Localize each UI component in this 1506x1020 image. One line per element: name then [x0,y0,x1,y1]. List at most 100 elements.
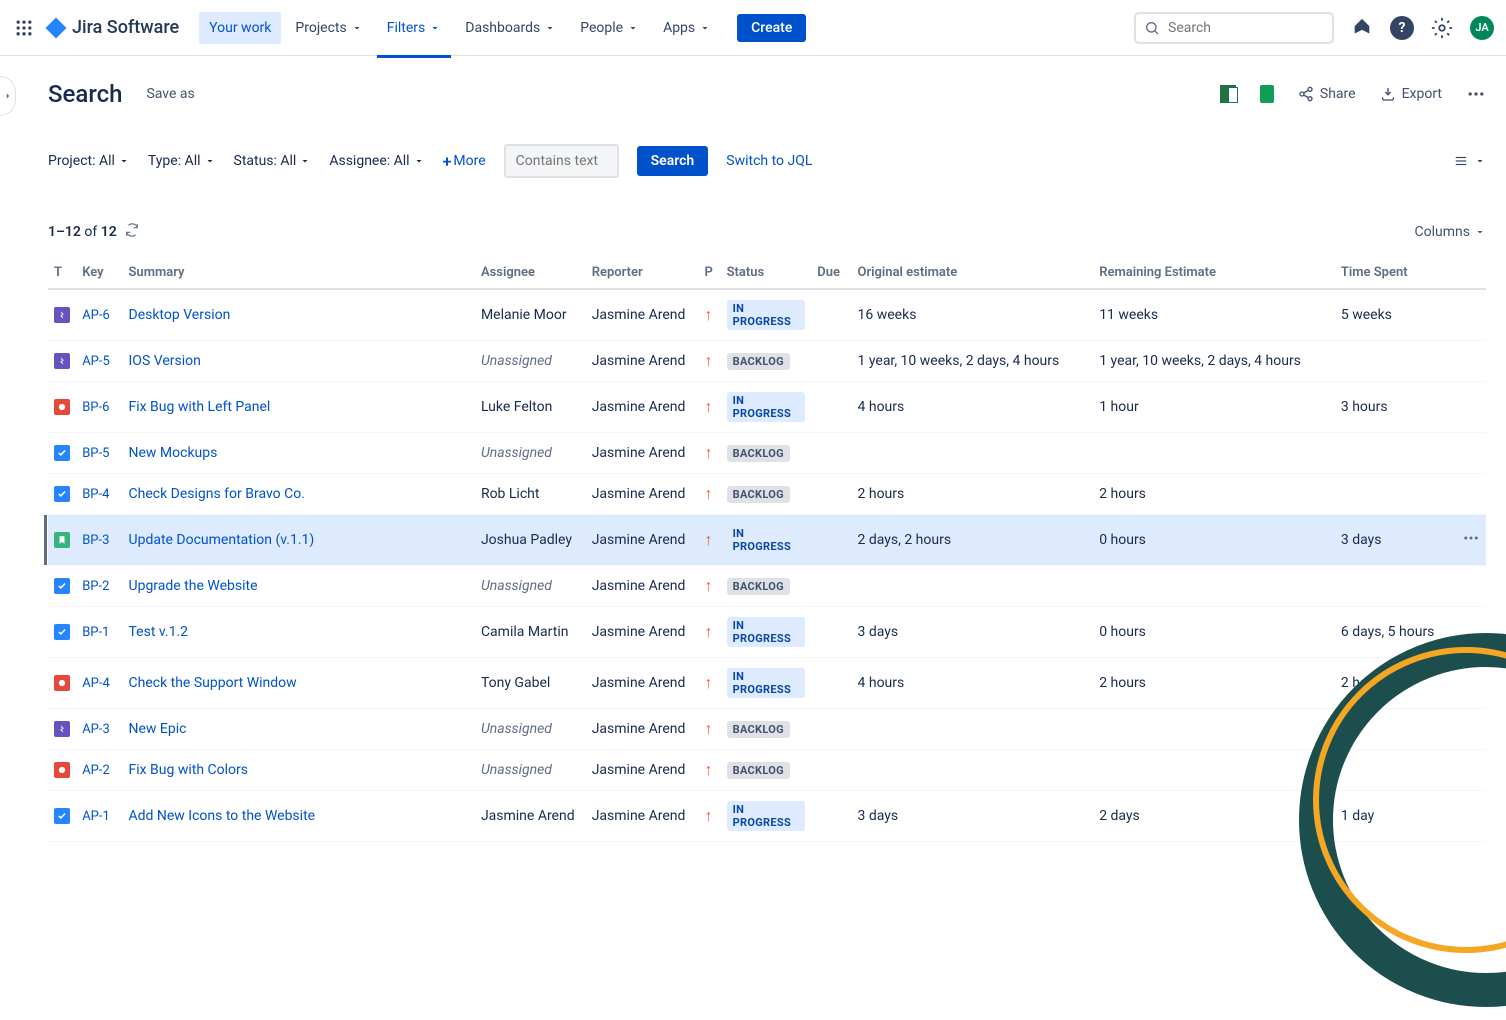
row-more-icon[interactable] [1462,535,1480,551]
table-row[interactable]: AP-1 Add New Icons to the Website Jasmin… [48,791,1486,842]
priority-icon: ↑ [704,760,712,779]
issue-summary-link[interactable]: Add New Icons to the Website [129,808,316,824]
original-estimate-text: 16 weeks [858,307,917,323]
refresh-icon[interactable] [125,222,139,241]
nav-projects[interactable]: Projects [285,12,372,44]
priority-icon: ↑ [704,719,712,738]
more-actions-icon[interactable] [1466,84,1486,104]
issue-key-link[interactable]: BP-5 [82,446,109,461]
filter-status[interactable]: Status: All [234,153,312,169]
issue-type-icon [54,353,70,369]
issue-type-icon [54,307,70,323]
issue-summary-link[interactable]: IOS Version [129,353,201,369]
table-row[interactable]: BP-4 Check Designs for Bravo Co. Rob Lic… [48,474,1486,515]
global-search[interactable] [1134,12,1334,44]
header-remaining-estimate[interactable]: Remaining Estimate [1093,257,1335,289]
header-summary[interactable]: Summary [123,257,475,289]
table-row[interactable]: BP-2 Upgrade the Website Unassigned Jasm… [48,566,1486,607]
table-row[interactable]: BP-5 New Mockups Unassigned Jasmine Aren… [48,433,1486,474]
header-key[interactable]: Key [76,257,122,289]
remaining-estimate-text: 1 year, 10 weeks, 2 days, 4 hours [1099,353,1301,369]
priority-icon: ↑ [704,806,712,825]
issue-summary-link[interactable]: Fix Bug with Colors [129,762,248,778]
columns-dropdown[interactable]: Columns [1415,224,1486,240]
table-row[interactable]: AP-2 Fix Bug with Colors Unassigned Jasm… [48,750,1486,791]
issue-key-link[interactable]: BP-1 [82,625,109,640]
view-toggle[interactable] [1452,154,1486,168]
filter-assignee[interactable]: Assignee: All [329,153,424,169]
switch-jql-link[interactable]: Switch to JQL [726,153,812,169]
user-avatar[interactable]: JA [1470,16,1494,40]
issue-summary-link[interactable]: Fix Bug with Left Panel [129,399,271,415]
issue-summary-link[interactable]: Test v.1.2 [129,624,189,640]
reporter-text: Jasmine Arend [592,721,686,737]
search-button[interactable]: Search [637,146,709,176]
export-sheets-icon[interactable] [1260,85,1274,103]
settings-icon[interactable] [1428,14,1456,42]
create-button[interactable]: Create [737,14,806,42]
header-priority[interactable]: P [698,257,720,289]
export-button[interactable]: Export [1380,86,1442,102]
assignee-text: Jasmine Arend [481,808,575,824]
status-badge: BACKLOG [727,762,790,779]
header-reporter[interactable]: Reporter [586,257,699,289]
nav-dashboards[interactable]: Dashboards [455,12,566,44]
help-icon[interactable]: ? [1390,16,1414,40]
header-time-spent[interactable]: Time Spent [1335,257,1456,289]
nav-apps[interactable]: Apps [653,12,721,44]
table-row[interactable]: BP-1 Test v.1.2 Camila Martin Jasmine Ar… [48,607,1486,658]
nav-people[interactable]: People [570,12,649,44]
filter-more[interactable]: +More [443,152,486,171]
issue-summary-link[interactable]: Check Designs for Bravo Co. [129,486,305,502]
header-status[interactable]: Status [721,257,812,289]
issue-key-link[interactable]: AP-5 [82,354,110,369]
status-badge: BACKLOG [727,486,790,503]
header-due[interactable]: Due [811,257,851,289]
table-row[interactable]: AP-6 Desktop Version Melanie Moor Jasmin… [48,289,1486,341]
filter-project[interactable]: Project: All [48,153,130,169]
table-row[interactable]: AP-5 IOS Version Unassigned Jasmine Aren… [48,341,1486,382]
issue-summary-link[interactable]: New Epic [129,721,187,737]
nav-filters[interactable]: Filters [377,12,452,44]
issue-key-link[interactable]: AP-4 [82,676,110,691]
issue-summary-link[interactable]: Update Documentation (v.1.1) [129,532,315,548]
status-badge: BACKLOG [727,721,790,738]
global-search-input[interactable] [1134,12,1334,44]
export-excel-icon[interactable] [1220,85,1236,103]
issue-key-link[interactable]: BP-2 [82,579,109,594]
app-switcher-icon[interactable] [12,16,36,40]
header-original-estimate[interactable]: Original estimate [852,257,1094,289]
share-button[interactable]: Share [1298,86,1356,102]
table-row[interactable]: BP-3 Update Documentation (v.1.1) Joshua… [48,515,1486,566]
issue-type-icon [54,624,70,640]
contains-text-input[interactable] [504,144,619,178]
issue-key-link[interactable]: AP-6 [82,308,110,323]
issue-summary-link[interactable]: Check the Support Window [129,675,297,691]
assignee-text: Camila Martin [481,624,569,640]
header-assignee[interactable]: Assignee [475,257,586,289]
issue-summary-link[interactable]: New Mockups [129,445,218,461]
remaining-estimate-text: 0 hours [1099,624,1146,640]
issue-summary-link[interactable]: Desktop Version [129,307,231,323]
table-row[interactable]: AP-3 New Epic Unassigned Jasmine Arend ↑… [48,709,1486,750]
issue-key-link[interactable]: BP-6 [82,400,109,415]
issues-table: T Key Summary Assignee Reporter P Status… [48,257,1486,842]
table-row[interactable]: BP-6 Fix Bug with Left Panel Luke Felton… [48,382,1486,433]
priority-icon: ↑ [704,576,712,595]
issue-key-link[interactable]: BP-3 [82,533,109,548]
filter-type[interactable]: Type: All [148,153,216,169]
issue-key-link[interactable]: AP-1 [82,809,110,824]
jira-logo[interactable]: Jira Software [44,16,179,40]
issue-key-link[interactable]: AP-2 [82,763,110,778]
notifications-icon[interactable] [1348,14,1376,42]
remaining-estimate-text: 11 weeks [1099,307,1158,323]
save-as-link[interactable]: Save as [146,86,194,102]
header-type[interactable]: T [48,257,76,289]
issue-summary-link[interactable]: Upgrade the Website [129,578,258,594]
issue-key-link[interactable]: BP-4 [82,487,109,502]
issue-type-icon [54,762,70,778]
issue-key-link[interactable]: AP-3 [82,722,110,737]
nav-your-work[interactable]: Your work [199,12,281,44]
original-estimate-text: 4 hours [858,675,905,691]
table-row[interactable]: AP-4 Check the Support Window Tony Gabel… [48,658,1486,709]
